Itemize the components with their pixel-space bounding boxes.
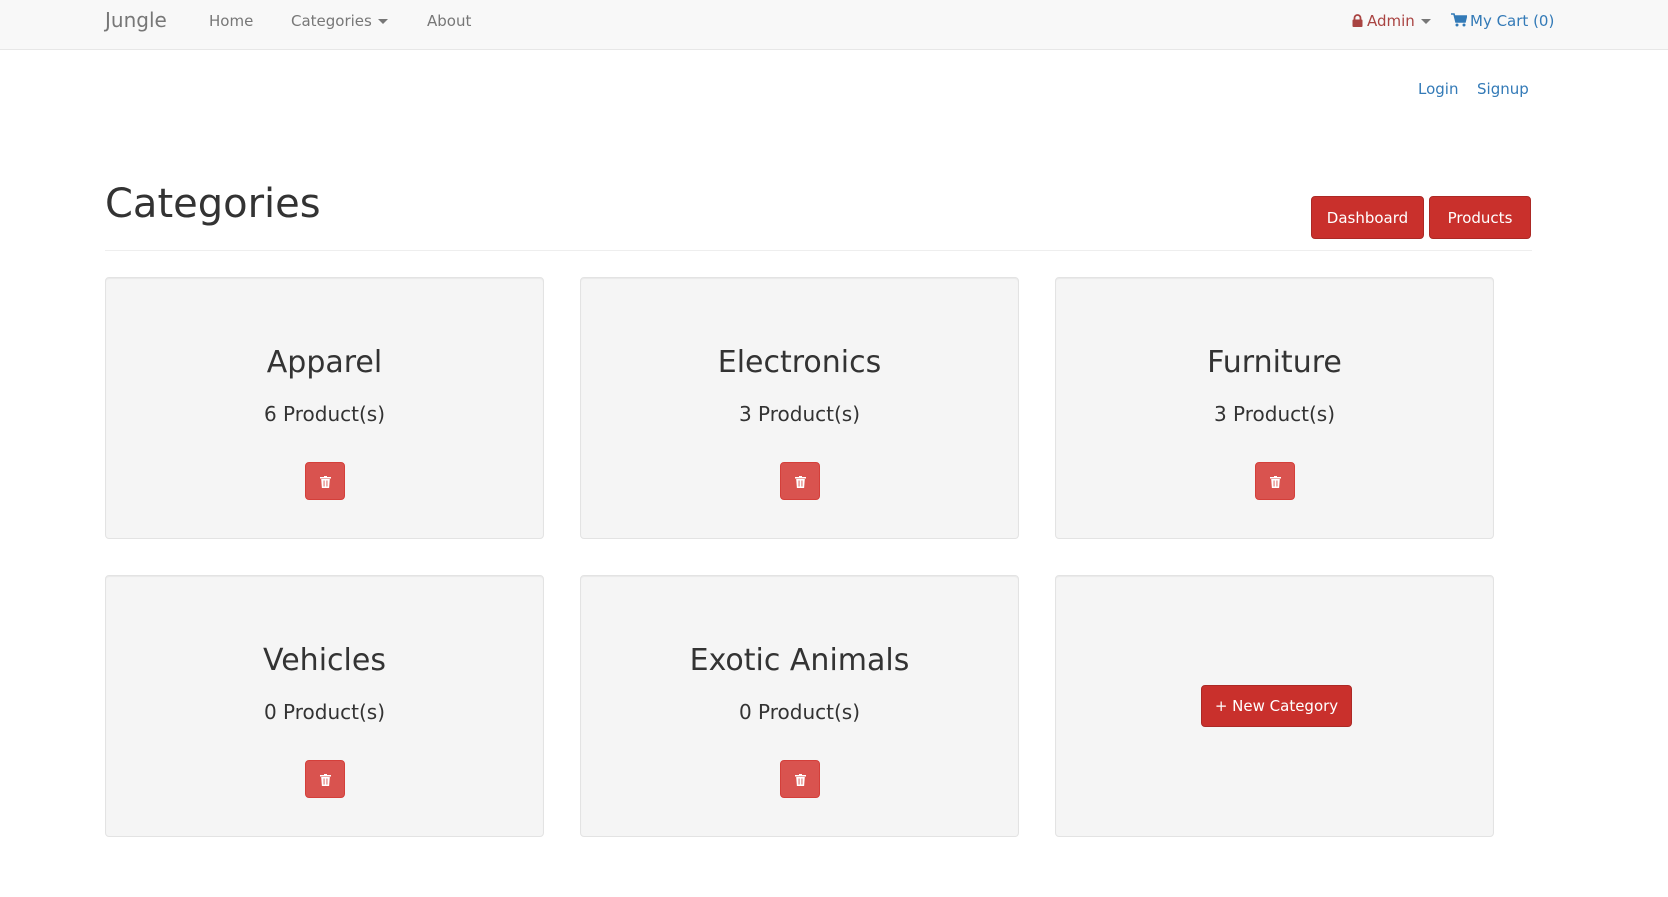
- category-name: Exotic Animals: [689, 643, 910, 678]
- dashboard-button[interactable]: Dashboard: [1311, 196, 1424, 239]
- nav-cart-label: My Cart (0): [1470, 12, 1555, 30]
- delete-category-button[interactable]: [780, 760, 820, 798]
- trash-icon: [795, 774, 806, 786]
- category-card-exotic-animals: Exotic Animals 0 Product(s): [580, 575, 1019, 837]
- new-category-button[interactable]: + New Category: [1201, 685, 1352, 727]
- category-name: Furniture: [1207, 345, 1342, 380]
- page-title: Categories: [105, 181, 321, 227]
- new-category-card: + New Category: [1055, 575, 1494, 837]
- delete-category-button[interactable]: [305, 760, 345, 798]
- nav-admin-dropdown[interactable]: Admin: [1352, 12, 1431, 30]
- trash-icon: [320, 476, 331, 488]
- delete-category-button[interactable]: [1255, 462, 1295, 500]
- nav-about-link[interactable]: About: [427, 12, 471, 30]
- delete-category-button[interactable]: [305, 462, 345, 500]
- trash-icon: [795, 476, 806, 488]
- header-divider: [105, 250, 1532, 251]
- top-navbar: Jungle Home Categories About Admin My Ca…: [0, 0, 1668, 50]
- nav-categories-label: Categories: [291, 12, 372, 30]
- nav-home-link[interactable]: Home: [209, 12, 253, 30]
- category-name: Vehicles: [263, 643, 386, 678]
- category-card-furniture: Furniture 3 Product(s): [1055, 277, 1494, 539]
- category-product-count: 0 Product(s): [263, 700, 386, 724]
- category-product-count: 3 Product(s): [738, 402, 861, 426]
- trash-icon: [1270, 476, 1281, 488]
- nav-categories-dropdown[interactable]: Categories: [291, 12, 388, 30]
- products-button[interactable]: Products: [1429, 196, 1531, 239]
- category-product-count: 6 Product(s): [263, 402, 386, 426]
- shopping-cart-icon: [1451, 13, 1467, 27]
- login-link[interactable]: Login: [1418, 80, 1458, 98]
- category-name: Electronics: [717, 345, 882, 380]
- category-card-vehicles: Vehicles 0 Product(s): [105, 575, 544, 837]
- category-card-apparel: Apparel 6 Product(s): [105, 277, 544, 539]
- trash-icon: [320, 774, 331, 786]
- caret-down-icon: [377, 19, 388, 24]
- signup-link[interactable]: Signup: [1477, 80, 1529, 98]
- lock-icon: [1352, 14, 1363, 27]
- caret-down-icon: [1420, 19, 1431, 24]
- delete-category-button[interactable]: [780, 462, 820, 500]
- category-product-count: 0 Product(s): [738, 700, 861, 724]
- brand-logo[interactable]: Jungle: [105, 8, 167, 32]
- nav-admin-label: Admin: [1367, 12, 1415, 30]
- nav-cart-link[interactable]: My Cart (0): [1451, 12, 1554, 30]
- category-name: Apparel: [266, 345, 383, 380]
- category-product-count: 3 Product(s): [1213, 402, 1336, 426]
- category-card-electronics: Electronics 3 Product(s): [580, 277, 1019, 539]
